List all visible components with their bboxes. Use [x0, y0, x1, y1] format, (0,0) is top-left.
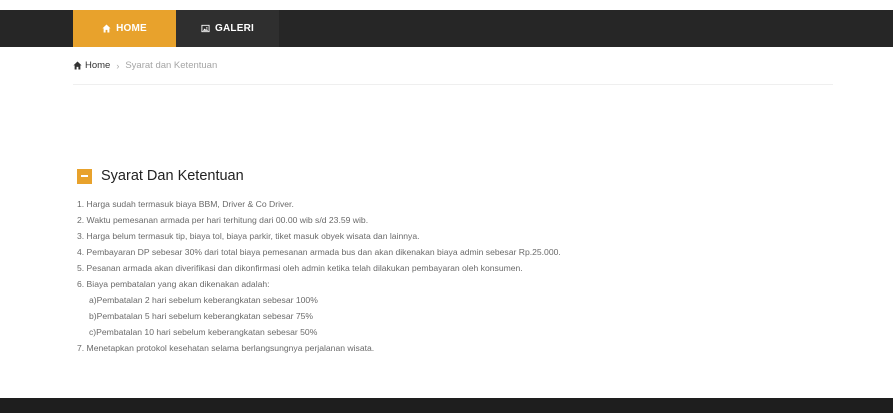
- breadcrumb: Home › Syarat dan Ketentuan: [73, 60, 217, 71]
- term-item: 2. Waktu pemesanan armada per hari terhi…: [77, 215, 369, 225]
- gallery-icon: [201, 24, 210, 33]
- nav-item-home-label: HOME: [116, 23, 147, 34]
- terms-list: 1. Harga sudah termasuk biaya BBM, Drive…: [77, 197, 561, 357]
- term-item: 5. Pesanan armada akan diverifikasi dan …: [77, 263, 523, 273]
- term-item: 3. Harga belum termasuk tip, biaya tol, …: [77, 231, 420, 241]
- term-subitem: a)Pembatalan 2 hari sebelum keberangkata…: [89, 295, 318, 305]
- term-item: 1. Harga sudah termasuk biaya BBM, Drive…: [77, 199, 294, 209]
- term-item: 6. Biaya pembatalan yang akan dikenakan …: [77, 279, 270, 289]
- nav-item-home[interactable]: HOME: [73, 10, 176, 47]
- breadcrumb-separator: ›: [116, 60, 120, 71]
- nav-menu: HOME GALERI: [73, 10, 279, 47]
- footer: [0, 398, 893, 413]
- term-item: 4. Pembayaran DP sebesar 30% dari total …: [77, 247, 561, 257]
- home-icon: [102, 24, 111, 33]
- section-heading: Syarat Dan Ketentuan: [77, 168, 244, 184]
- breadcrumb-home-label: Home: [85, 60, 111, 71]
- home-icon: [73, 61, 82, 70]
- term-item: 7. Menetapkan protokol kesehatan selama …: [77, 343, 375, 353]
- breadcrumb-home-link[interactable]: Home: [73, 60, 110, 71]
- top-strip: [0, 0, 893, 10]
- page-title: Syarat Dan Ketentuan: [101, 168, 244, 184]
- term-subitem: c)Pembatalan 10 hari sebelum keberangkat…: [89, 327, 318, 337]
- nav-item-galeri[interactable]: GALERI: [176, 10, 279, 47]
- breadcrumb-divider: [73, 84, 833, 85]
- term-subitem: b)Pembatalan 5 hari sebelum keberangkata…: [89, 311, 314, 321]
- breadcrumb-current: Syarat dan Ketentuan: [125, 60, 218, 71]
- main-navbar: HOME GALERI: [0, 10, 893, 47]
- minus-icon: [77, 168, 92, 184]
- nav-item-galeri-label: GALERI: [215, 23, 254, 34]
